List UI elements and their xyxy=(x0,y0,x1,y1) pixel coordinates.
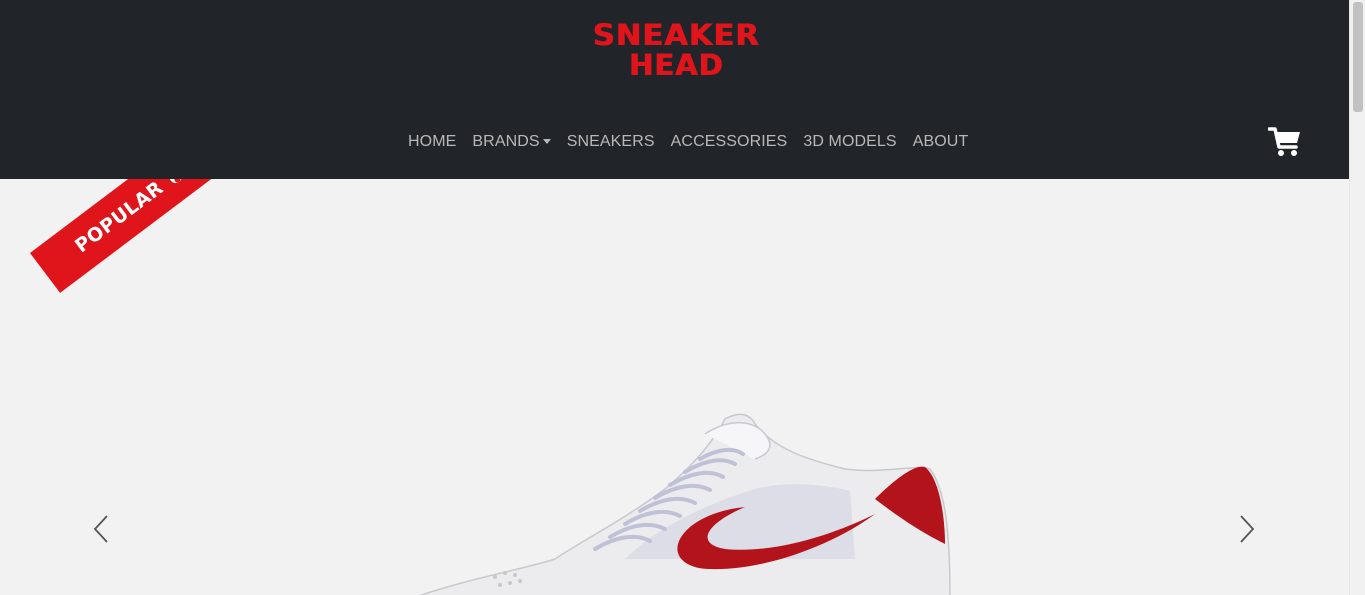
chevron-right-icon xyxy=(1240,515,1255,543)
chevron-left-icon xyxy=(93,515,108,543)
nav-3d-models[interactable]: 3D MODELS xyxy=(795,130,904,154)
hero-carousel: POPULAR xyxy=(0,179,1349,595)
nav-accessories[interactable]: ACCESSORIES xyxy=(663,130,796,154)
page: SNEAKER HEAD HOME BRANDS SNEAKERS ACCESS… xyxy=(0,0,1365,595)
caret-down-icon xyxy=(542,139,551,145)
logo-line2: HEAD xyxy=(628,48,724,82)
carousel-next-button[interactable] xyxy=(1235,514,1259,544)
sneaker-image xyxy=(419,413,951,595)
nav-about[interactable]: ABOUT xyxy=(905,130,977,154)
nav-sneakers[interactable]: SNEAKERS xyxy=(559,130,663,154)
scrollbar-thumb[interactable] xyxy=(1353,2,1363,112)
nav-brands-label: BRANDS xyxy=(472,133,540,150)
site-header: SNEAKER HEAD HOME BRANDS SNEAKERS ACCESS… xyxy=(0,0,1349,179)
nav-brands-dropdown[interactable]: BRANDS xyxy=(464,130,558,154)
main-nav: HOME BRANDS SNEAKERS ACCESSORIES 3D MODE… xyxy=(400,130,976,154)
nav-home[interactable]: HOME xyxy=(400,130,464,154)
logo-line1: SNEAKER xyxy=(592,18,760,52)
popular-badge: POPULAR xyxy=(30,179,230,293)
fire-icon xyxy=(169,179,182,183)
shopping-cart-icon[interactable] xyxy=(1267,126,1302,158)
badge-label: POPULAR xyxy=(71,179,168,258)
site-logo[interactable]: SNEAKER HEAD xyxy=(593,20,759,82)
vertical-scrollbar[interactable] xyxy=(1349,0,1365,595)
carousel-prev-button[interactable] xyxy=(89,514,113,544)
